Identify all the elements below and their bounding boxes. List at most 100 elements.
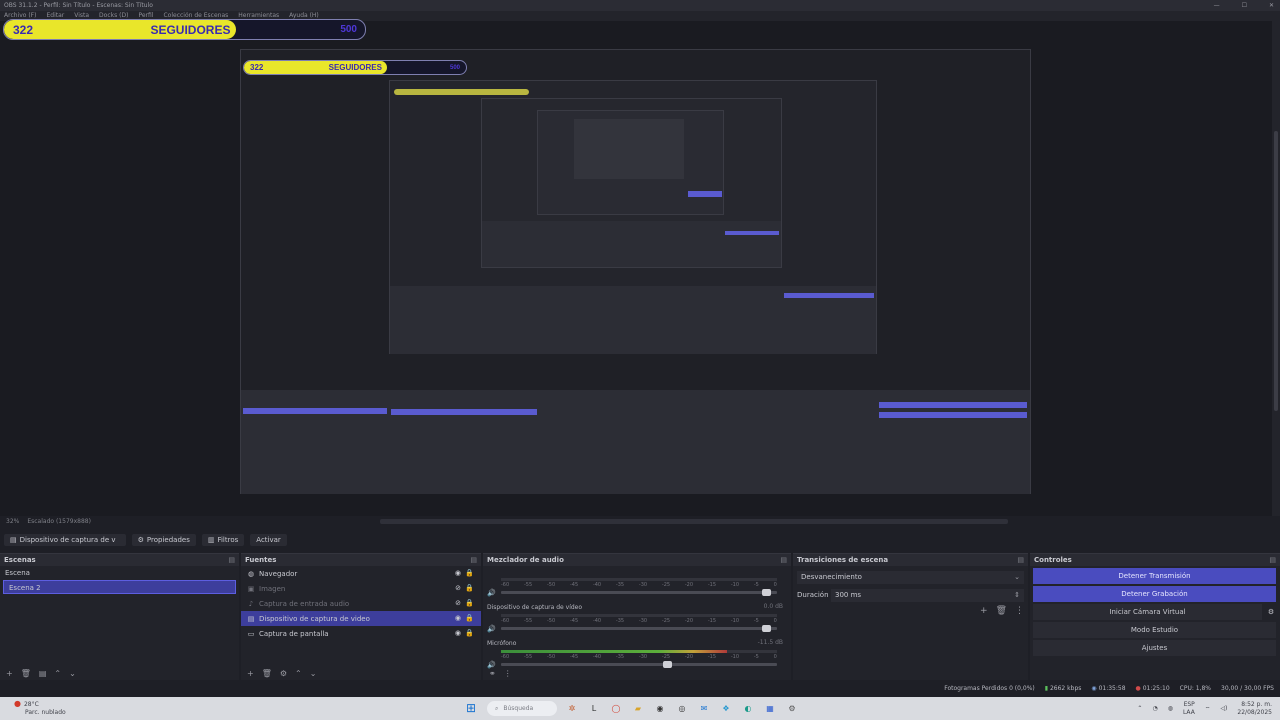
activate-button[interactable]: Activar bbox=[250, 534, 287, 546]
meter-tick: -10 bbox=[730, 582, 740, 588]
meter-tick: -15 bbox=[707, 618, 717, 624]
edge-icon[interactable]: ◐ bbox=[741, 702, 755, 716]
gear-icon[interactable]: ⚙ bbox=[280, 669, 287, 678]
maximize-button[interactable]: ☐ bbox=[1242, 0, 1247, 11]
system-clock[interactable]: 8:52 p. m. 22/08/2025 bbox=[1237, 701, 1272, 717]
source-label: Imagen bbox=[259, 584, 286, 593]
dock-menu-icon[interactable]: ▤ bbox=[1017, 554, 1024, 566]
volume-slider-knob[interactable] bbox=[762, 625, 772, 632]
store-icon[interactable]: ▦ bbox=[763, 702, 777, 716]
gear-icon[interactable]: ⚙ bbox=[1264, 604, 1278, 620]
preview-vertical-scrollbar[interactable] bbox=[1272, 21, 1280, 516]
volume-slider-knob[interactable] bbox=[762, 589, 772, 596]
minimize-button[interactable]: — bbox=[1214, 0, 1220, 11]
nested-follower-fill: 322 SEGUIDORES bbox=[244, 61, 387, 74]
windows-start-icon[interactable]: ⊞ bbox=[466, 702, 479, 715]
close-button[interactable]: ✕ bbox=[1269, 0, 1274, 11]
nested-controls-2 bbox=[784, 293, 874, 298]
scale-label[interactable]: Escalado (1579x888) bbox=[27, 517, 91, 527]
eye-off-icon[interactable]: ⊘ bbox=[455, 599, 461, 607]
chevron-down-icon[interactable]: ⌄ bbox=[69, 669, 76, 678]
more-icon[interactable]: ⋮ bbox=[1015, 606, 1024, 616]
add-icon[interactable]: + bbox=[980, 606, 988, 616]
source-item[interactable]: ▤ Dispositivo de captura de video ◉ 🔒 bbox=[241, 611, 481, 626]
meter-tick: -20 bbox=[684, 654, 694, 660]
channel-label bbox=[487, 567, 787, 576]
source-item[interactable]: ◍ Navegador ◉ 🔒 bbox=[241, 566, 481, 581]
meter-tick: -55 bbox=[523, 654, 533, 660]
speaker-icon[interactable]: 🔊 bbox=[487, 589, 496, 597]
mail-icon[interactable]: ✉ bbox=[697, 702, 711, 716]
properties-button[interactable]: ⚙ Propiedades bbox=[131, 534, 196, 546]
volume-slider[interactable] bbox=[501, 625, 777, 632]
obs-icon-2[interactable]: ◎ bbox=[675, 702, 689, 716]
obs-icon[interactable]: ◉ bbox=[653, 702, 667, 716]
source-item[interactable]: ♪ Captura de entrada audio ⊘ 🔒 bbox=[241, 596, 481, 611]
stop-recording-button[interactable]: Detener Grabación bbox=[1033, 586, 1276, 602]
app-icon[interactable]: ◯ bbox=[609, 702, 623, 716]
trash-icon[interactable]: 🗑 bbox=[996, 606, 1007, 616]
nested-overlay-2 bbox=[394, 89, 529, 95]
filter-icon[interactable]: ▤ bbox=[39, 669, 47, 678]
scrollbar-thumb[interactable] bbox=[1274, 131, 1278, 411]
source-item[interactable]: ▭ Captura de pantalla ◉ 🔒 bbox=[241, 626, 481, 641]
scene-item[interactable]: Escena bbox=[0, 566, 239, 580]
widgets-icon[interactable]: ✲ bbox=[565, 702, 579, 716]
title-bar: OBS 31.1.2 - Perfil: Sin Título - Escena… bbox=[0, 0, 1280, 11]
trash-icon[interactable]: 🗑 bbox=[21, 669, 31, 678]
settings-icon[interactable]: ⚙ bbox=[785, 702, 799, 716]
controls-title: Controles bbox=[1034, 556, 1072, 564]
volume-slider[interactable] bbox=[501, 589, 777, 596]
eye-icon[interactable]: ◉ bbox=[455, 569, 461, 577]
dock-menu-icon[interactable]: ▤ bbox=[780, 554, 787, 566]
chevron-up-icon[interactable]: ⌃ bbox=[1137, 705, 1142, 712]
volume-icon[interactable]: ◁) bbox=[1220, 705, 1227, 712]
language-indicator[interactable]: ESP LAA bbox=[1183, 701, 1195, 717]
wifi-icon[interactable]: ⌔ bbox=[1205, 705, 1211, 713]
more-icon[interactable]: ⋮ bbox=[504, 669, 512, 678]
lock-icon[interactable]: 🔒 bbox=[465, 614, 474, 622]
meter-tick: -25 bbox=[661, 654, 671, 660]
lock-icon[interactable]: 🔒 bbox=[465, 569, 474, 577]
nested-follower-count: 322 bbox=[250, 63, 264, 72]
lock-icon[interactable]: 🔒 bbox=[465, 584, 474, 592]
speaker-icon[interactable]: 🔊 bbox=[487, 625, 496, 633]
stop-streaming-button[interactable]: Detener Transmisión bbox=[1033, 568, 1276, 584]
lock-icon[interactable]: 🔒 bbox=[465, 629, 474, 637]
eye-off-icon[interactable]: ⊘ bbox=[455, 584, 461, 592]
zoom-level[interactable]: 32% bbox=[6, 517, 19, 527]
trash-icon[interactable]: 🗑 bbox=[262, 669, 272, 678]
add-icon[interactable]: + bbox=[6, 669, 13, 678]
network-icon[interactable]: ◔ bbox=[1152, 705, 1157, 712]
link-icon[interactable]: ⚭ bbox=[489, 669, 496, 678]
preview-horizontal-scrollbar[interactable] bbox=[380, 519, 1008, 524]
studio-mode-button[interactable]: Modo Estudio bbox=[1033, 622, 1276, 638]
taskbar-search[interactable]: ⌕ Búsqueda bbox=[487, 701, 557, 716]
follower-progress-fill: 322 SEGUIDORES bbox=[4, 20, 237, 39]
folder-icon[interactable]: ▰ bbox=[631, 702, 645, 716]
filters-button[interactable]: ▥ Filtros bbox=[201, 534, 245, 546]
scene-item-selected[interactable]: Escena 2 bbox=[3, 580, 236, 594]
terminal-icon[interactable]: L bbox=[587, 702, 601, 716]
settings-button[interactable]: Ajustes bbox=[1033, 640, 1276, 656]
meter-tick: -30 bbox=[638, 618, 648, 624]
start-virtual-camera-button[interactable]: Iniciar Cámara Virtual ⚙ bbox=[1033, 604, 1274, 620]
weather-widget[interactable]: ● 28°C Parc. nublado bbox=[14, 700, 66, 717]
transition-select[interactable]: Desvanecimiento ⌄ bbox=[797, 570, 1024, 584]
eye-icon[interactable]: ◉ bbox=[455, 629, 461, 637]
dock-menu-icon[interactable]: ▤ bbox=[470, 554, 477, 566]
eye-icon[interactable]: ◉ bbox=[455, 614, 461, 622]
globe-icon[interactable]: ◍ bbox=[1168, 705, 1173, 712]
chevron-down-icon[interactable]: ⌄ bbox=[310, 669, 317, 678]
duration-input[interactable]: 300 ms ⇕ bbox=[831, 588, 1024, 602]
dock-menu-icon[interactable]: ▤ bbox=[1269, 554, 1276, 566]
nested-preview-4 bbox=[574, 119, 684, 179]
chevron-up-icon[interactable]: ⌃ bbox=[54, 669, 61, 678]
color-app-icon[interactable]: ❖ bbox=[719, 702, 733, 716]
lock-icon[interactable]: 🔒 bbox=[465, 599, 474, 607]
meter-ticks: -60 -55 -50 -45 -40 -35 -30 -25 -20 -15 -10 -5 0 bbox=[501, 654, 777, 660]
dock-menu-icon[interactable]: ▤ bbox=[228, 554, 235, 566]
add-icon[interactable]: + bbox=[247, 669, 254, 678]
chevron-up-icon[interactable]: ⌃ bbox=[295, 669, 302, 678]
source-item[interactable]: ▣ Imagen ⊘ 🔒 bbox=[241, 581, 481, 596]
